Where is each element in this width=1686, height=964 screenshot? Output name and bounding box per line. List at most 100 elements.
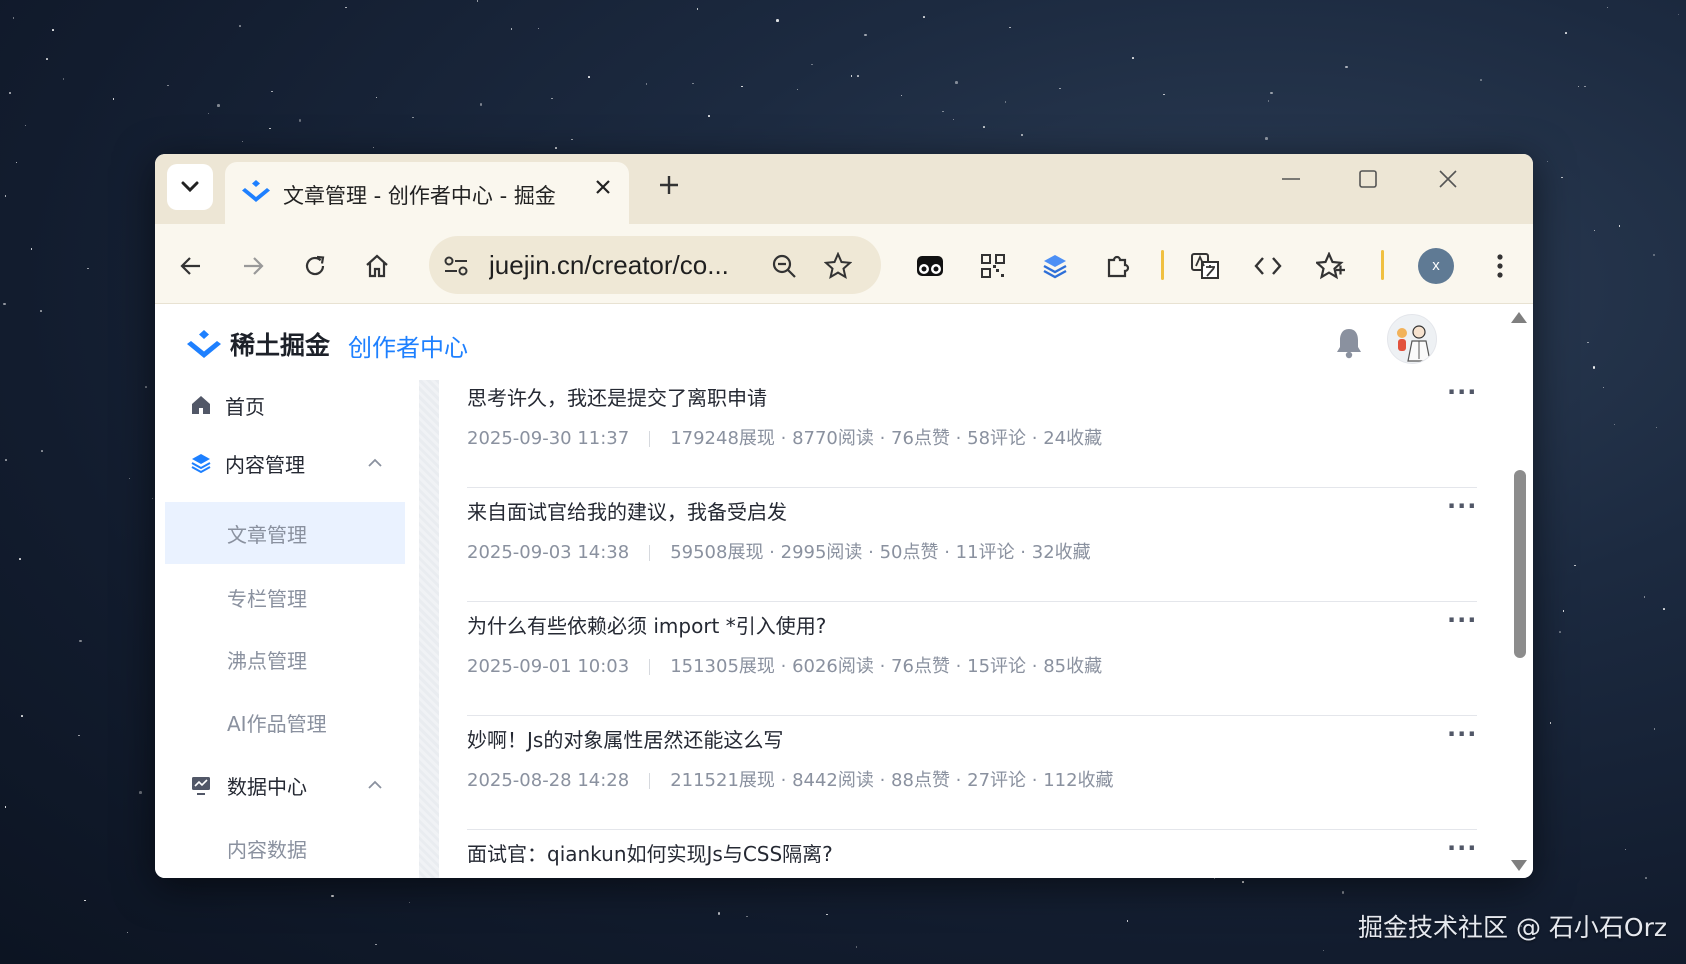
chevron-up-icon [368, 458, 382, 467]
sidebar-item-label: 文章管理 [227, 522, 307, 547]
star [1606, 6, 1609, 9]
star [1584, 85, 1586, 88]
zoom-icon[interactable] [769, 251, 799, 281]
extensions-button[interactable] [1098, 246, 1138, 286]
maximize-button[interactable] [1348, 166, 1388, 196]
sidebar-item-column-management[interactable]: 专栏管理 [165, 566, 405, 628]
article-title[interactable]: 来自面试官给我的建议，我备受启发 [467, 496, 787, 525]
star [372, 146, 375, 149]
star [900, 94, 903, 97]
tab-close-button[interactable] [589, 176, 617, 201]
star [588, 76, 590, 78]
layers-extension-button[interactable] [1035, 246, 1075, 286]
qr-code-button[interactable] [973, 246, 1013, 286]
sidebar-item-data-center[interactable]: 数据中心 [165, 754, 405, 816]
star [5, 459, 7, 461]
panel-divider [419, 380, 439, 878]
article-title[interactable]: 为什么有些依赖必须 import *引入使用? [467, 610, 826, 639]
star [217, 104, 220, 107]
star [1652, 253, 1656, 257]
article-item[interactable]: 来自面试官给我的建议，我备受启发 2025-09-03 14:38 59508展现… [467, 488, 1477, 602]
favorites-button[interactable] [1311, 246, 1351, 286]
favorites-icon [1316, 252, 1345, 280]
window-close-button[interactable] [1428, 166, 1468, 196]
sidebar-item-label: 内容数据 [227, 837, 307, 862]
extension-glasses-button[interactable] [910, 246, 950, 286]
profile-avatar-button[interactable]: x [1418, 248, 1454, 284]
back-button[interactable] [171, 246, 211, 286]
forward-button[interactable] [233, 246, 273, 286]
star [1574, 564, 1576, 567]
article-title[interactable]: 思考许久，我还是提交了离职申请 [467, 382, 767, 411]
star [1655, 426, 1658, 429]
article-title[interactable]: 面试官：qiankun如何实现Js与CSS隔离? [467, 838, 833, 867]
tab-active[interactable]: 文章管理 - 创作者中心 - 掘金 [225, 162, 629, 224]
sidebar-item-pins-management[interactable]: 沸点管理 [165, 628, 405, 690]
star [1562, 610, 1565, 612]
minimize-button[interactable] [1271, 166, 1311, 196]
star [41, 450, 43, 452]
star [479, 103, 483, 106]
site-info-icon[interactable] [441, 251, 471, 281]
star [1163, 93, 1165, 96]
star [4, 806, 7, 808]
close-icon [596, 180, 610, 194]
sidebar-item-label: 数据中心 [227, 774, 307, 799]
article-item[interactable]: 面试官：qiankun如何实现Js与CSS隔离? ··· [467, 830, 1477, 878]
star [555, 147, 557, 149]
sidebar-item-article-management[interactable]: 文章管理 [165, 502, 405, 564]
star [1663, 608, 1665, 610]
star [408, 901, 411, 904]
juejin-logo-icon[interactable] [185, 328, 223, 362]
sidebar-item-ai-works-management[interactable]: AI作品管理 [165, 691, 405, 753]
creator-center-title[interactable]: 创作者中心 [348, 328, 468, 363]
plus-icon [660, 176, 678, 194]
article-date: 2025-09-03 14:38 [467, 542, 630, 563]
star [21, 715, 23, 717]
star [1322, 949, 1325, 952]
scrollbar-thumb[interactable] [1514, 470, 1526, 658]
article-item[interactable]: 妙啊！Js的对象属性居然还能这么写 2025-08-28 14:28 211521… [467, 716, 1477, 830]
address-bar[interactable]: juejin.cn/creator/co... [429, 236, 881, 294]
code-button[interactable] [1248, 246, 1288, 286]
star [145, 386, 147, 388]
home-button[interactable] [357, 246, 397, 286]
qr-code-icon [981, 254, 1005, 278]
new-tab-button[interactable] [649, 168, 689, 203]
star [1270, 91, 1273, 95]
star [864, 33, 867, 37]
bookmark-star-icon[interactable] [823, 251, 853, 281]
article-stats: 179248展现 · 8770阅读 · 76点赞 · 58评论 · 24收藏 [670, 428, 1103, 449]
article-item[interactable]: 思考许久，我还是提交了离职申请 2025-09-30 11:37 179248展现… [467, 374, 1477, 488]
brand-name[interactable]: 稀土掘金 [230, 326, 330, 362]
article-more-button[interactable]: ··· [1447, 492, 1477, 520]
article-date: 2025-08-28 14:28 [467, 770, 630, 791]
translate-button[interactable] [1185, 246, 1225, 286]
star [1549, 722, 1552, 724]
puzzle-icon [1107, 255, 1130, 278]
scrollbar-down-arrow[interactable] [1511, 860, 1527, 871]
tab-title: 文章管理 - 创作者中心 - 掘金 [283, 184, 556, 208]
article-more-button[interactable]: ··· [1447, 378, 1477, 406]
sidebar-item-content-data[interactable]: 内容数据 [165, 817, 405, 878]
star [84, 899, 86, 902]
article-more-button[interactable]: ··· [1447, 720, 1477, 748]
article-item[interactable]: 为什么有些依赖必须 import *引入使用? 2025-09-01 10:03… [467, 602, 1477, 716]
user-avatar[interactable] [1387, 314, 1437, 364]
scrollbar-up-arrow[interactable] [1511, 312, 1527, 323]
article-meta: 2025-08-28 14:28 211521展现 · 8442阅读 · 88点赞… [467, 766, 1114, 792]
article-more-button[interactable]: ··· [1447, 834, 1477, 862]
star [826, 913, 828, 916]
star [1653, 728, 1656, 730]
browser-menu-button[interactable] [1480, 246, 1520, 286]
article-title[interactable]: 妙啊！Js的对象属性居然还能这么写 [467, 724, 783, 753]
sidebar-item-home[interactable]: 首页 [165, 374, 405, 436]
reload-button[interactable] [295, 246, 335, 286]
star [87, 267, 89, 270]
tab-search-button[interactable] [167, 164, 213, 210]
bell-icon[interactable] [1333, 326, 1365, 360]
article-more-button[interactable]: ··· [1447, 606, 1477, 634]
sidebar-item-content-management[interactable]: 内容管理 [165, 432, 405, 494]
star [717, 911, 721, 915]
star [708, 115, 710, 117]
